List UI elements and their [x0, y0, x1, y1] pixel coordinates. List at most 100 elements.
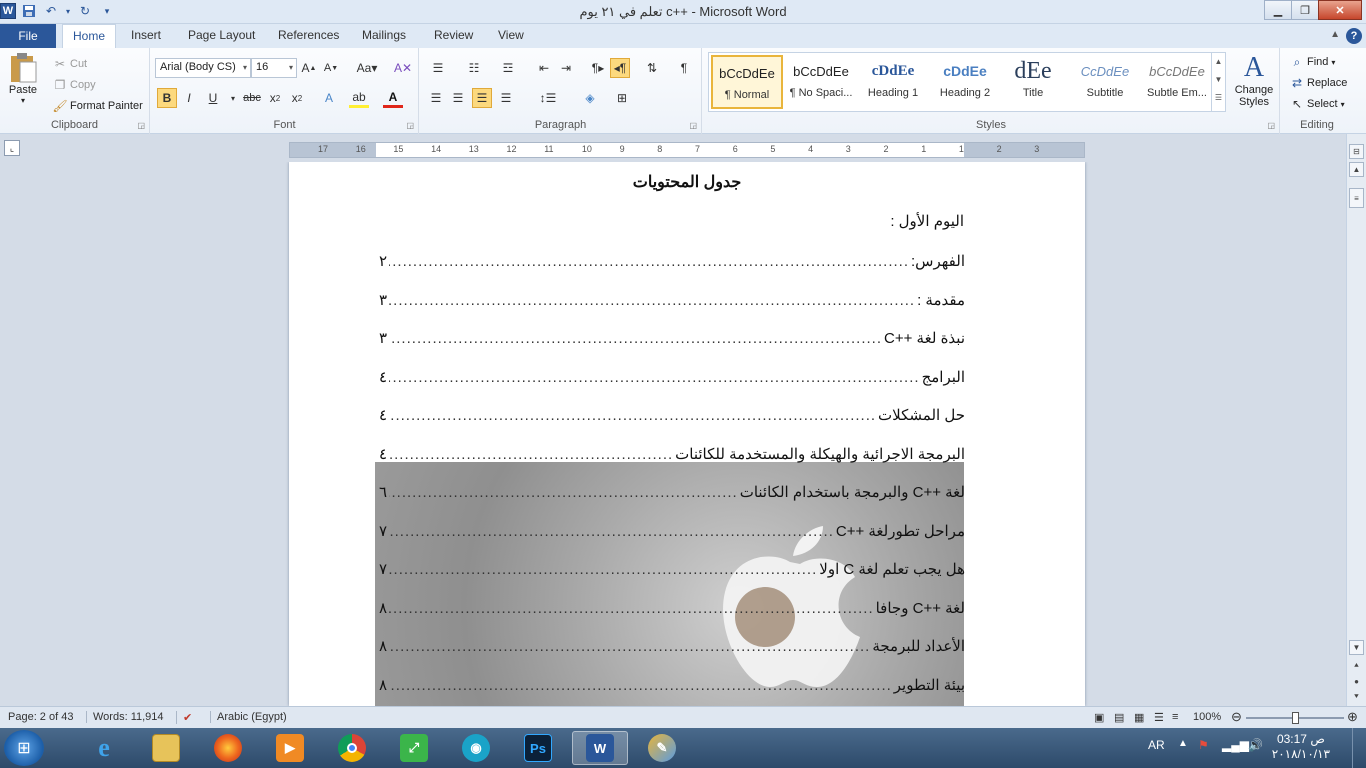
- change-case-icon[interactable]: Aa▾: [353, 58, 381, 78]
- previous-page-icon[interactable]: ⯅: [1349, 658, 1364, 673]
- bold-button[interactable]: B: [157, 88, 177, 108]
- minimize-button[interactable]: ▁: [1264, 0, 1292, 20]
- tab-mailings[interactable]: Mailings: [362, 28, 406, 42]
- toc-entry[interactable]: البرمجة الاجرائية والهيكلة والمستخدمة لل…: [379, 439, 965, 463]
- decrease-indent-icon[interactable]: ⇤: [534, 58, 554, 78]
- restore-button[interactable]: ❐: [1291, 0, 1319, 20]
- align-right-icon[interactable]: ☰: [472, 88, 492, 108]
- taskbar-camera[interactable]: ◉: [448, 731, 504, 765]
- scroll-thumb[interactable]: ≡: [1349, 188, 1364, 208]
- tab-insert[interactable]: Insert: [131, 28, 161, 42]
- borders-icon[interactable]: ⊞: [612, 88, 632, 108]
- collapse-ribbon-icon[interactable]: ▲: [1330, 29, 1340, 40]
- full-screen-reading-icon[interactable]: ▤: [1114, 711, 1124, 724]
- vertical-scrollbar[interactable]: ⊟ ▲ ≡ ▼ ⯅ ● ⯆: [1346, 134, 1366, 706]
- paste-button[interactable]: Paste ▾: [8, 52, 38, 105]
- zoom-level[interactable]: 100%: [1193, 711, 1221, 723]
- network-icon[interactable]: ▂▄▆: [1222, 738, 1249, 752]
- tab-file[interactable]: File: [0, 24, 56, 48]
- proofing-icon[interactable]: ✔: [176, 711, 192, 724]
- text-effects-icon[interactable]: A: [319, 88, 339, 108]
- styles-launcher-icon[interactable]: ◲: [1267, 121, 1275, 130]
- print-layout-icon[interactable]: ▣: [1094, 711, 1104, 724]
- toc-entry[interactable]: البرامج.................................…: [379, 362, 965, 386]
- highlight-icon[interactable]: ab: [349, 88, 369, 108]
- style-no-spacing[interactable]: bCcDdEe ¶ No Spaci...: [785, 55, 857, 109]
- draft-icon[interactable]: ≡: [1172, 711, 1178, 723]
- replace-button[interactable]: ⇄ Replace: [1287, 73, 1347, 93]
- taskbar-explorer[interactable]: [138, 731, 194, 765]
- style-heading-2[interactable]: cDdEe Heading 2: [929, 55, 1001, 109]
- select-button[interactable]: ↖ Select ▾: [1287, 94, 1345, 114]
- subscript-button[interactable]: x2: [265, 88, 285, 108]
- ruler-toggle-icon[interactable]: ⊟: [1349, 144, 1364, 159]
- strikethrough-button[interactable]: abc: [239, 88, 265, 108]
- format-painter-button[interactable]: 🖌 Format Painter: [50, 96, 142, 116]
- line-spacing-icon[interactable]: ↕☰: [538, 88, 558, 108]
- tab-selector-icon[interactable]: ⌞: [4, 140, 20, 156]
- taskbar-firefox[interactable]: [200, 731, 256, 765]
- copy-button[interactable]: ❐ Copy: [50, 75, 96, 95]
- zoom-out-icon[interactable]: ⊖: [1231, 709, 1242, 725]
- web-layout-icon[interactable]: ▦: [1134, 711, 1144, 724]
- document-area[interactable]: جدول المحتويات اليوم الأول : الفهرس:....…: [0, 162, 1346, 706]
- grow-font-icon[interactable]: A ▲: [299, 58, 319, 78]
- page-count[interactable]: Page: 2 of 43: [8, 711, 73, 723]
- shrink-font-icon[interactable]: A ▼: [321, 58, 341, 78]
- toc-entry[interactable]: مقدمة :.................................…: [379, 285, 965, 309]
- numbering-icon[interactable]: ☷: [464, 58, 484, 78]
- toc-entry[interactable]: مراحل تطورلغة ++C.......................…: [379, 516, 965, 540]
- font-color-icon[interactable]: A: [383, 88, 403, 108]
- scroll-up-icon[interactable]: ▲: [1349, 162, 1364, 177]
- input-language[interactable]: AR: [1148, 738, 1165, 752]
- volume-icon[interactable]: 🔊: [1248, 738, 1263, 752]
- taskbar-snipping[interactable]: ⤢: [386, 731, 442, 765]
- show-marks-icon[interactable]: ¶: [674, 58, 694, 78]
- underline-button[interactable]: U: [203, 88, 223, 108]
- zoom-in-icon[interactable]: ⊕: [1347, 709, 1358, 725]
- language-indicator[interactable]: Arabic (Egypt): [210, 711, 287, 723]
- toc-entry[interactable]: لغة ++C وجافا...........................…: [379, 593, 965, 617]
- zoom-slider-thumb[interactable]: [1292, 712, 1299, 724]
- taskbar-photoshop[interactable]: Ps: [510, 731, 566, 765]
- font-launcher-icon[interactable]: ◲: [406, 121, 414, 130]
- show-desktop-button[interactable]: [1352, 728, 1366, 768]
- taskbar-ie[interactable]: e: [76, 731, 132, 765]
- next-page-icon[interactable]: ⯆: [1349, 689, 1364, 704]
- taskbar-word[interactable]: W: [572, 731, 628, 765]
- paragraph-launcher-icon[interactable]: ◲: [689, 121, 697, 130]
- toc-entry[interactable]: نبذة لغة ++C............................…: [379, 323, 965, 347]
- tab-references[interactable]: References: [278, 28, 339, 42]
- taskbar-chrome[interactable]: [324, 731, 380, 765]
- superscript-button[interactable]: x2: [287, 88, 307, 108]
- show-hidden-icons[interactable]: ▲: [1178, 738, 1188, 749]
- browse-object-icon[interactable]: ●: [1349, 674, 1364, 689]
- toc-entry[interactable]: هل يجب تعلم لغة C اولا..................…: [379, 554, 965, 578]
- toc-entry[interactable]: بيئة التطوير............................…: [379, 670, 965, 694]
- justify-icon[interactable]: ☰: [496, 88, 516, 108]
- word-count[interactable]: Words: 11,914: [86, 711, 164, 723]
- ltr-direction-icon[interactable]: ¶▸: [588, 58, 608, 78]
- start-button[interactable]: ⊞: [4, 730, 44, 766]
- rtl-direction-icon[interactable]: ◂¶: [610, 58, 630, 78]
- scroll-down-icon[interactable]: ▼: [1349, 640, 1364, 655]
- find-button[interactable]: ⌕ Find ▾: [1287, 52, 1336, 72]
- style-normal[interactable]: bCcDdEe ¶ Normal: [711, 55, 783, 109]
- multilevel-list-icon[interactable]: ☲: [498, 58, 518, 78]
- increase-indent-icon[interactable]: ⇥: [556, 58, 576, 78]
- font-name-combo[interactable]: Arial (Body CS) ▾: [155, 58, 251, 78]
- taskbar-paint[interactable]: ✎: [634, 731, 690, 765]
- tab-view[interactable]: View: [498, 28, 524, 42]
- horizontal-ruler[interactable]: 17 16 15 14 13 12 11 10 9 8 7 6 5 4 3 2 1 1 2 3: [289, 142, 1085, 158]
- style-subtitle[interactable]: CcDdEe Subtitle: [1069, 55, 1141, 109]
- system-clock[interactable]: 03:17 ص ٢٠١٨/١٠/١٣: [1272, 732, 1330, 762]
- styles-scroll[interactable]: ▲ ▼ ☰: [1211, 53, 1225, 111]
- sort-icon[interactable]: ⇅: [642, 58, 662, 78]
- tab-review[interactable]: Review: [434, 28, 473, 42]
- help-icon[interactable]: ?: [1346, 28, 1362, 44]
- taskbar-media-player[interactable]: ▶: [262, 731, 318, 765]
- clear-formatting-icon[interactable]: A✕: [393, 58, 413, 78]
- toc-entry[interactable]: الأعداد للبرمجة.........................…: [379, 631, 965, 655]
- toc-entry[interactable]: لغة ++C والبرمجة باستخدام الكائنات......…: [379, 477, 965, 501]
- style-title[interactable]: dEe Title: [997, 55, 1069, 109]
